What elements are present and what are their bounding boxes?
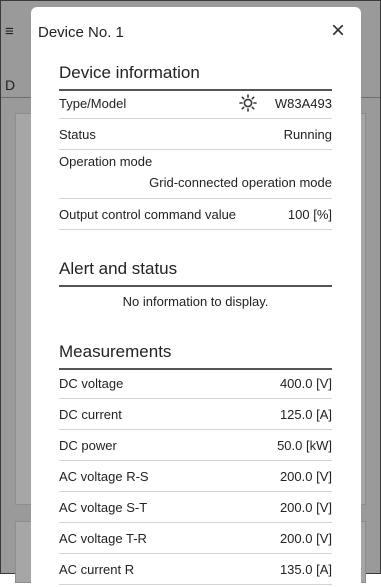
row-label: AC voltage R-S [59, 469, 149, 484]
device-information-heading: Device information [59, 63, 332, 91]
settings-sun-icon [239, 94, 257, 112]
row-label: AC current R [59, 562, 135, 577]
row-ac-current-r: AC current R 135.0 [A] [59, 554, 332, 585]
row-output-control: Output control command value 100 [%] [59, 199, 332, 230]
device-dialog: Device No. 1 × Device information Type/M… [31, 7, 361, 587]
no-info-message: No information to display. [122, 294, 269, 309]
row-value: 200.0 [V] [279, 469, 332, 484]
dialog-title: Device No. 1 [38, 24, 124, 41]
row-label: AC voltage S-T [59, 500, 148, 515]
row-label: Operation mode [59, 154, 153, 169]
row-ac-voltage-st: AC voltage S-T 200.0 [V] [59, 492, 332, 523]
menu-icon[interactable]: ≡ [5, 23, 14, 40]
row-ac-voltage-tr: AC voltage T-R 200.0 [V] [59, 523, 332, 554]
row-value: W83A493 [274, 96, 332, 111]
row-label: DC current [59, 407, 122, 422]
alert-status-heading: Alert and status [59, 259, 332, 287]
row-value: 400.0 [V] [279, 376, 332, 391]
row-dc-current: DC current 125.0 [A] [59, 399, 332, 430]
row-value: 135.0 [A] [279, 562, 332, 577]
measurements-heading: Measurements [59, 342, 332, 370]
background-heading-fragment: D [5, 77, 16, 93]
dialog-header: Device No. 1 × [31, 7, 361, 57]
row-label: Output control command value [59, 207, 237, 222]
row-dc-power: DC power 50.0 [kW] [59, 430, 332, 461]
row-operation-mode: Operation mode Grid-connected operation … [59, 150, 332, 199]
row-label: Status [59, 127, 96, 142]
row-value: Running [283, 127, 332, 142]
row-label: Type/Model [59, 96, 127, 111]
row-type-model: Type/Model W83A493 [59, 88, 332, 119]
row-value: Grid-connected operation mode [149, 175, 332, 190]
row-value: 50.0 [kW] [277, 438, 332, 453]
row-status: Status Running [59, 119, 332, 150]
row-value: 125.0 [A] [279, 407, 332, 422]
row-value: 200.0 [V] [279, 500, 332, 515]
row-label: DC voltage [59, 376, 124, 391]
row-value: 200.0 [V] [279, 531, 332, 546]
row-value: 100 [%] [287, 207, 332, 222]
row-ac-voltage-rs: AC voltage R-S 200.0 [V] [59, 461, 332, 492]
row-dc-voltage: DC voltage 400.0 [V] [59, 368, 332, 399]
close-icon[interactable]: × [331, 19, 345, 43]
row-label: DC power [59, 438, 117, 453]
row-label: AC voltage T-R [59, 531, 147, 546]
